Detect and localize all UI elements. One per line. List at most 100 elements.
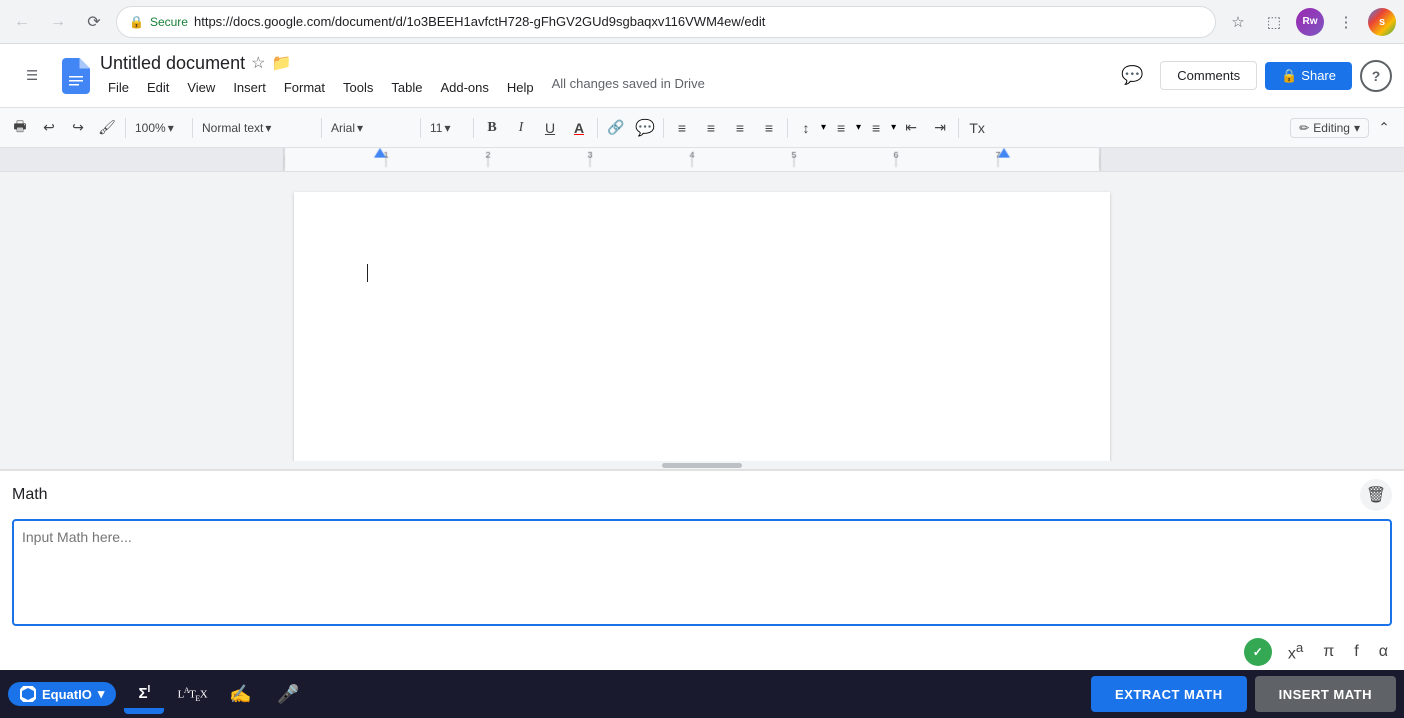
math-green-icon[interactable]: ✓ [1244,638,1272,666]
line-spacing-button[interactable]: ↕ [792,114,820,142]
text-color-button[interactable]: A [565,114,593,142]
microphone-icon: 🎤 [277,684,299,705]
secure-icon: 🔒 [129,15,144,29]
math-input-area[interactable] [12,519,1392,626]
clear-format-button[interactable]: Tx [963,114,991,142]
menu-tools[interactable]: Tools [335,76,381,99]
link-button[interactable]: 🔗 [602,114,630,142]
latex-icon: LATEX [178,686,208,703]
size-chevron: ▾ [444,121,450,135]
zoom-select[interactable]: 100% ▾ [130,115,188,141]
equatio-logo-text: EquatIO [42,687,92,702]
folder-icon[interactable]: 📁 [271,53,291,73]
latex-tool-button[interactable]: LATEX [172,674,212,714]
more-button[interactable]: ⋮ [1332,8,1360,36]
undo-button[interactable]: ↩ [35,114,63,142]
menu-addons[interactable]: Add-ons [432,76,496,99]
math-header: Math 🗑 [0,471,1404,519]
cast-button[interactable]: ⬚ [1260,8,1288,36]
menu-insert[interactable]: Insert [225,76,274,99]
chat-button[interactable]: 💬 [1112,56,1152,96]
menu-table[interactable]: Table [383,76,430,99]
paint-format-button[interactable]: 🖌 [93,114,121,142]
print-button[interactable]: 🖶 [6,114,34,142]
equatio-logo-caret: ▾ [98,686,105,702]
menu-view[interactable]: View [179,76,223,99]
menu-help[interactable]: Help [499,76,542,99]
extract-math-button[interactable]: EXTRACT MATH [1091,676,1247,712]
hamburger-icon: ☰ [26,68,38,84]
doc-scrollbar[interactable] [0,461,1404,469]
font-select[interactable]: Arial ▾ [326,115,416,141]
underline-button[interactable]: U [536,114,564,142]
equatio-logo-icon [20,686,36,702]
share-label: Share [1301,68,1336,83]
align-right-button[interactable]: ≡ [726,114,754,142]
zoom-value: 100% [135,121,166,135]
align-left-button[interactable]: ≡ [668,114,696,142]
divider-4 [420,118,421,138]
math-input[interactable] [14,521,1390,621]
menu-edit[interactable]: Edit [139,76,177,99]
docs-logo [60,56,92,96]
edit-icon: ✏ [1299,121,1309,135]
share-button[interactable]: 🔒 Share [1265,62,1352,90]
doc-title[interactable]: Untitled document [100,53,245,74]
text-cursor [367,264,368,282]
profile-icon[interactable]: s [1368,8,1396,36]
equatio-logo[interactable]: EquatIO ▾ [8,682,116,706]
doc-area[interactable] [0,172,1404,461]
scrollbar-thumb[interactable] [662,463,742,468]
handwrite-icon: ✍ [229,684,251,705]
function-symbol-button[interactable]: f [1350,641,1362,663]
equatio-bar: EquatIO ▾ ΣI LATEX ✍ 🎤 EXTRACT MATH INSE… [0,670,1404,718]
sigma-tool-button[interactable]: ΣI [124,674,164,714]
align-center-button[interactable]: ≡ [697,114,725,142]
divider-1 [125,118,126,138]
address-bar[interactable]: 🔒 Secure https://docs.google.com/documen… [116,6,1216,38]
menu-format[interactable]: Format [276,76,333,99]
redo-button[interactable]: ↪ [64,114,92,142]
divider-9 [958,118,959,138]
active-tab-indicator [124,708,164,711]
style-select[interactable]: Normal text ▾ [197,115,317,141]
insert-math-button[interactable]: INSERT MATH [1255,676,1396,712]
save-status: All changes saved in Drive [552,76,705,99]
divider-3 [321,118,322,138]
extension-icon[interactable]: Rw [1296,8,1324,36]
editing-chevron: ▾ [1354,121,1360,135]
decrease-indent-button[interactable]: ⇤ [897,114,925,142]
numbered-list-button[interactable]: ≡ [827,114,855,142]
handwrite-tool-button[interactable]: ✍ [220,674,260,714]
bold-button[interactable]: B [478,114,506,142]
sigma-icon: ΣI [138,684,150,702]
bookmark-button[interactable]: ☆ [1224,8,1252,36]
divider-2 [192,118,193,138]
alpha-symbol-button[interactable]: α [1375,641,1392,663]
help-button[interactable]: ? [1360,60,1392,92]
divider-8 [787,118,788,138]
size-select[interactable]: 11 ▾ [425,115,469,141]
doc-page[interactable] [294,192,1110,461]
refresh-button[interactable]: ⟳ [80,8,108,36]
bullet-list-button[interactable]: ≡ [862,114,890,142]
speech-tool-button[interactable]: 🎤 [268,674,308,714]
pi-symbol-button[interactable]: π [1319,641,1338,663]
menu-file[interactable]: File [100,76,137,99]
editing-mode-select[interactable]: ✏ Editing ▾ [1290,118,1369,138]
star-icon[interactable]: ☆ [251,53,265,73]
back-button[interactable]: ← [8,8,36,36]
comment-button[interactable]: 💬 [631,114,659,142]
italic-button[interactable]: I [507,114,535,142]
justify-button[interactable]: ≡ [755,114,783,142]
hamburger-button[interactable]: ☰ [12,56,52,96]
forward-button[interactable]: → [44,8,72,36]
ruler [0,148,1404,172]
increase-indent-button[interactable]: ⇥ [926,114,954,142]
math-delete-button[interactable]: 🗑 [1360,479,1392,511]
math-symbols-row: ✓ xa π f α [0,634,1404,670]
comments-button[interactable]: Comments [1160,61,1257,90]
collapse-toolbar-button[interactable]: ⌃ [1370,114,1398,142]
main-area: Math 🗑 ✓ xa π f α [0,172,1404,670]
superscript-symbol-button[interactable]: xa [1284,638,1307,665]
